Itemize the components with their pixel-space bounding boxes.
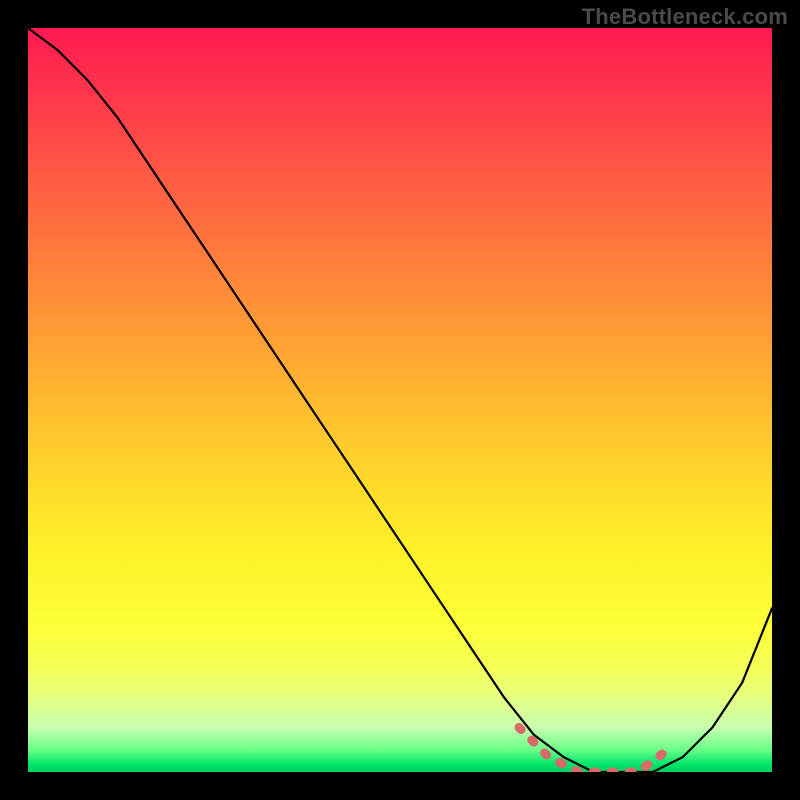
watermark-text: TheBottleneck.com [582,4,788,30]
bottleneck-curve-line [28,28,772,772]
sweet-spot-dotted-line [519,727,668,772]
chart-svg [28,28,772,772]
chart-plot-area [28,28,772,772]
